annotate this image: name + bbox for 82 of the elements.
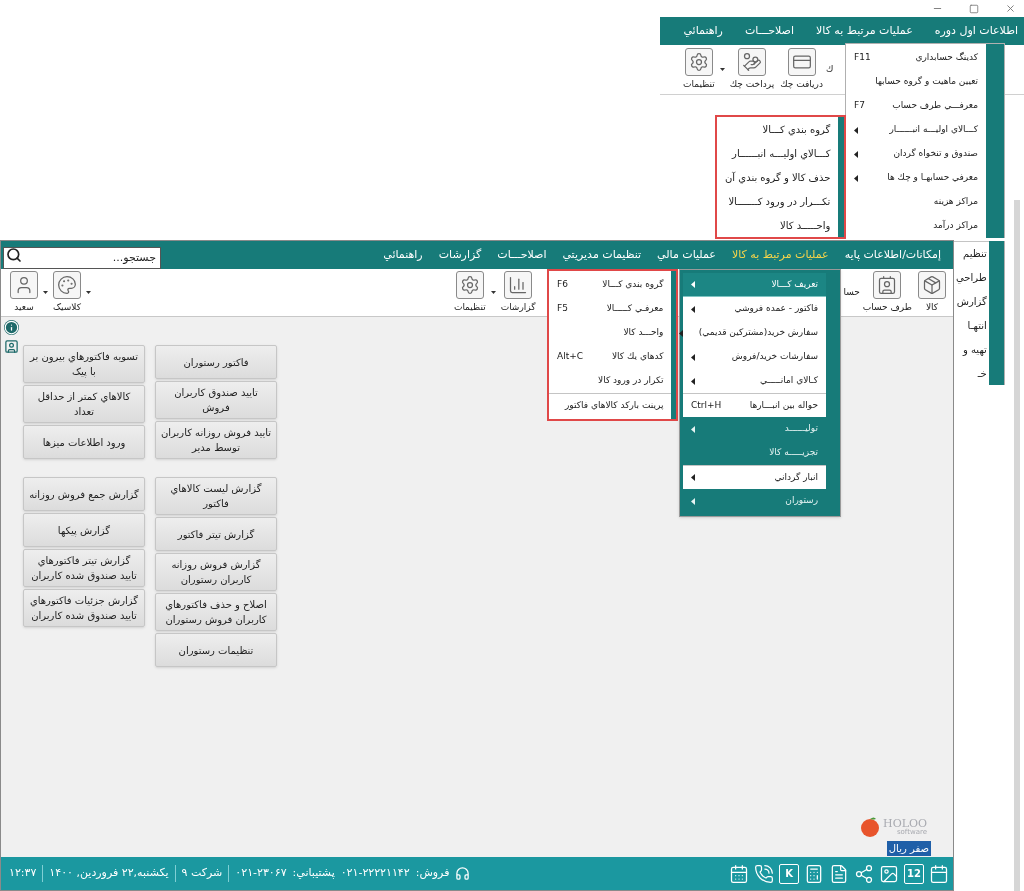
menu-bar-item[interactable]: اصلاحـــات — [744, 22, 794, 40]
menu-bar-item[interactable]: عملیات مرتبط به کالا — [816, 22, 913, 40]
menu-bar-item[interactable]: عملیات مرتبط به کالا — [731, 246, 829, 264]
document-icon[interactable] — [829, 863, 849, 884]
toolbar-button[interactable]: دریافت چك — [777, 46, 826, 93]
status-text: ۱۲:۳۷ — [9, 865, 38, 882]
menu-bar-item[interactable]: عملیات مالي — [657, 246, 716, 264]
shortcut-button[interactable]: تایید صندوق کاربران فروش — [155, 381, 277, 419]
shortcut-button[interactable]: گزارش جزئیات فاکتورهاي تایید صندوق شده کاربران — [23, 589, 145, 627]
submenu-arrow-icon — [678, 329, 683, 337]
status-text: ۰۲۱-۲۳۰۶۷ — [228, 865, 287, 882]
search-field[interactable]: جستجو... — [3, 246, 161, 269]
info-icon[interactable] — [4, 320, 19, 335]
caret-icon[interactable] — [490, 291, 496, 294]
shortcut-button[interactable]: گزارش فروش روزانه کاربران رستوران — [155, 553, 277, 591]
menu-bar-item[interactable]: تنظیمات مدیریتي — [562, 246, 642, 264]
logo-text: HOLOO — [883, 818, 927, 829]
headset-icon — [455, 866, 471, 881]
submenu-arrow-icon — [854, 150, 858, 158]
shortcut-button[interactable]: گزارش تیتر فاکتورهاي تایید صندوق شده کاربران — [23, 549, 145, 587]
maximize-icon[interactable] — [969, 3, 979, 14]
shortcut-button[interactable]: اصلاح و حذف فاکتورهاي کاربران فروش رستوران — [155, 593, 277, 631]
submenu-arrow-icon — [691, 353, 695, 361]
toolbar-button[interactable]: کلاسیک — [50, 269, 84, 316]
shortcut-button[interactable]: ورود اطلاعات میزها — [23, 425, 145, 459]
toolbar-button[interactable]: گزارشات — [497, 269, 539, 316]
submenu-arrow-icon — [691, 281, 695, 288]
toolbar-button[interactable]: طرف حساب — [859, 269, 915, 316]
submenu-arrow-icon — [691, 474, 695, 481]
shortcut-button[interactable]: کالاهاي کمتر از حداقل تعداد — [23, 385, 145, 423]
status-text: شرکت ۹ — [174, 865, 229, 882]
share-icon[interactable] — [854, 863, 874, 884]
toolbar-button[interactable]: ك — [825, 46, 834, 93]
toolbar-button[interactable]: سعید — [7, 269, 41, 316]
menu-bar-item[interactable]: اطلاعات اول دوره — [934, 22, 1018, 40]
menu-item[interactable]: تعریف کـــالا — [683, 273, 826, 297]
submenu-arrow-icon — [691, 305, 695, 313]
shortcut-button[interactable]: گزارش پیکها — [23, 513, 145, 547]
menu-item[interactable]: سفارشات خرید/فروش — [683, 345, 826, 369]
close-icon[interactable] — [1005, 3, 1016, 14]
peach-logo-icon — [859, 816, 882, 838]
submenu-arrow-icon — [691, 377, 695, 385]
toolbar-button[interactable]: تنظیمات — [450, 269, 489, 316]
shortcut-button[interactable]: گزارش لیست کالاهاي فاکتور — [155, 477, 277, 515]
menu-bar-item[interactable]: إمکانات/اطلاعات پایه — [844, 246, 941, 264]
menu-bar-item[interactable]: گزارشات — [438, 246, 482, 264]
toolbar-button[interactable]: تنظیمات — [680, 46, 718, 93]
shortcut-button[interactable]: تنظیمات رستوران — [155, 633, 277, 667]
status-text: پشتیباني: — [292, 865, 335, 882]
menu-bar-item[interactable]: راهنمائي — [383, 246, 423, 264]
menu-bar-item[interactable]: راهنمائي — [683, 22, 723, 40]
menu-item[interactable]: انبار گرداني — [683, 465, 826, 489]
shortcut-button[interactable]: فاکتور رستوران — [155, 345, 277, 379]
submenu-arrow-icon — [854, 126, 858, 134]
submenu-arrow-icon — [691, 425, 695, 433]
submenu-arrow-icon — [854, 174, 858, 182]
menu-bar-item[interactable]: اصلاحـــات — [497, 246, 547, 264]
caret-icon[interactable] — [43, 291, 48, 294]
caret-icon[interactable] — [719, 68, 725, 71]
toolbar-button[interactable]: کالا — [915, 269, 949, 316]
balance-label: صفر ریال — [886, 841, 931, 856]
caret-icon[interactable] — [86, 291, 91, 294]
picture-icon[interactable] — [879, 863, 899, 884]
scrollbar[interactable] — [1014, 200, 1020, 891]
status-text: ۰۲۱-۲۲۲۲۱۱۴۲ — [340, 865, 410, 882]
calculator-icon[interactable] — [804, 863, 824, 884]
search-icon[interactable] — [6, 247, 22, 263]
calendar-icon[interactable] — [729, 863, 749, 884]
menu-item[interactable]: کـالاي امانـــــي — [683, 369, 826, 393]
submenu-arrow-icon — [691, 497, 695, 505]
shortcut-button[interactable]: گزارش تیتر فاکتور — [155, 517, 277, 551]
status-text: یکشنبه,۲۲ فروردین, ۱۴۰۰ — [42, 865, 175, 882]
shortcut-button[interactable]: تایید فروش روزانه کاربران توسط مدیر — [155, 421, 277, 459]
status-text: فروش: — [415, 865, 450, 882]
menu-item[interactable]: فاکتور - عمده فروشي — [683, 297, 826, 321]
person-icon[interactable] — [4, 339, 19, 354]
phone-icon[interactable] — [754, 863, 774, 884]
shortcut-button[interactable]: تسویه فاکتورهاي بیرون بر با پیک — [23, 345, 145, 383]
calendar-icon[interactable] — [929, 863, 949, 884]
shortcut-button[interactable]: گزارش جمع فروش روزانه — [23, 477, 145, 511]
toolbar-button[interactable]: حسا — [843, 269, 860, 316]
toolbar-button[interactable]: پرداخت چك — [726, 46, 778, 93]
